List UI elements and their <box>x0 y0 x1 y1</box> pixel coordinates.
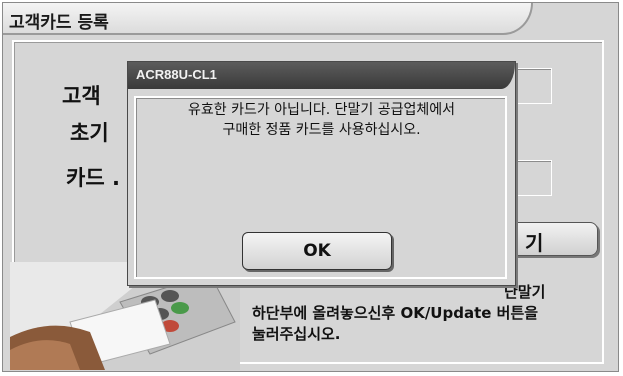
title-tab: 고객카드 등록 <box>3 3 533 35</box>
dialog-title-bar[interactable]: ACR88U-CL1 <box>128 62 515 89</box>
customer-label: 고객 <box>62 84 101 108</box>
ok-button[interactable]: OK <box>242 232 392 270</box>
dialog-message-line-2: 구매한 정품 카드를 사용하십시오. <box>222 122 421 138</box>
dialog-message-line-1: 유효한 카드가 아닙니다. 단말기 공급업체에서 <box>188 102 455 118</box>
instruction-text: 단말기 하단부에 올려놓으신후 OK/Update 버튼을 눌러주십시오. <box>252 282 612 345</box>
dialog-title: ACR88U-CL1 <box>136 67 217 82</box>
window-title: 고객카드 등록 <box>9 13 109 33</box>
instruction-line-2: 하단부에 올려놓으신후 OK/Update 버튼을 <box>252 304 539 322</box>
dialog-message: 유효한 카드가 아닙니다. 단말기 공급업체에서 구매한 정품 카드를 사용하십… <box>127 100 516 140</box>
register-button-label: 기 <box>525 231 544 255</box>
instruction-line-3: 눌러주십시오. <box>252 325 341 343</box>
card-label: 카드 . <box>66 166 120 190</box>
init-label: 초기 <box>70 121 109 145</box>
ok-button-label: OK <box>303 241 331 261</box>
